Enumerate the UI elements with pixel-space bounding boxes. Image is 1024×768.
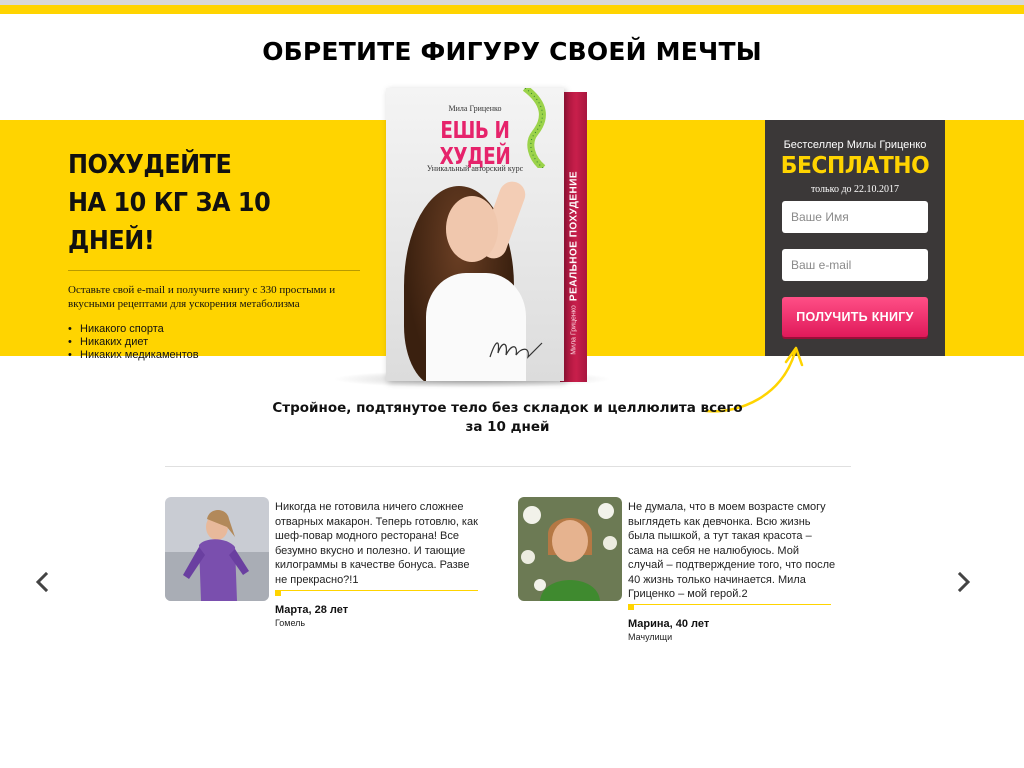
avatar — [165, 497, 269, 601]
tagline-line1: Стройное, подтянутое тело без складок и … — [272, 400, 743, 416]
tagline-line2: за 10 дней — [465, 419, 550, 435]
book-author: Мила Гриценко — [448, 104, 502, 113]
testimonial-text: Никогда не готовила ничего сложнее отвар… — [275, 501, 478, 586]
cover-photo-body — [426, 273, 526, 381]
offer-headline-line2: НА 10 КГ ЗА 10 ДНЕЙ! — [68, 188, 271, 256]
book-title: ЕШЬ И ХУДЕЙ — [439, 118, 511, 170]
bullet-item: Никаких диет — [68, 336, 363, 349]
avatar-photo-runner — [165, 497, 269, 601]
testimonial-city: Гомель — [275, 618, 306, 628]
book-spine-author: Мила Гриценко — [570, 305, 578, 355]
signup-form: Бестселлер Милы Гриценко БЕСПЛАТНО тольк… — [765, 120, 945, 356]
name-input[interactable] — [782, 201, 928, 233]
tagline: Стройное, подтянутое тело без складок и … — [270, 399, 745, 437]
testimonial-author: Марта, 28 лет — [275, 604, 349, 616]
email-input[interactable] — [782, 249, 928, 281]
book-subtitle: Уникальный авторский курс — [426, 164, 524, 173]
testimonial-author: Марина, 40 лет — [628, 618, 710, 630]
offer-divider — [68, 270, 360, 271]
testimonial-text: Не думала, что в моем возрасте смогу выг… — [628, 501, 836, 600]
testimonial-marker — [628, 604, 634, 610]
offer-description: Оставьте свой e-mail и получите книгу с … — [68, 284, 336, 310]
bullet-item: Никакого спорта — [68, 323, 363, 336]
avatar — [518, 497, 622, 601]
chevron-right-icon[interactable] — [951, 570, 975, 594]
get-book-button[interactable]: ПОЛУЧИТЬ КНИГУ — [782, 297, 928, 337]
cover-photo-face — [446, 196, 498, 262]
testimonial-rule — [275, 590, 478, 591]
testimonial-rule — [628, 604, 831, 605]
offer-bullets: Никакого спорта Никаких диет Никаких мед… — [68, 323, 363, 362]
offer-block: ПОХУДЕЙТЕ НА 10 КГ ЗА 10 ДНЕЙ! Оставьте … — [68, 146, 363, 362]
top-accent-bar — [0, 5, 1024, 14]
avatar-photo-woman — [518, 497, 622, 601]
form-free-label: БЕСПЛАТНО — [780, 153, 930, 179]
offer-headline: ПОХУДЕЙТЕ НА 10 КГ ЗА 10 ДНЕЙ! — [68, 146, 339, 260]
book-cover: Мила Гриценко ЕШЬ И ХУДЕЙ Уникальный авт… — [386, 88, 564, 381]
form-bestseller-label: Бестселлер Милы Гриценко — [783, 139, 927, 151]
offer-headline-line1: ПОХУДЕЙТЕ — [68, 150, 232, 180]
bullet-item: Никаких медикаментов — [68, 349, 363, 362]
book-spine-title: РЕАЛЬНОЕ ПОХУДЕНИЕ — [568, 170, 580, 302]
testimonial-city: Мачулищи — [628, 632, 673, 642]
form-deadline: только до 22.10.2017 — [810, 184, 900, 195]
chevron-left-icon[interactable] — [31, 570, 55, 594]
section-divider — [165, 466, 851, 467]
testimonial-marker — [275, 590, 281, 596]
page-title: ОБРЕТИТЕ ФИГУРУ СВОЕЙ МЕЧТЫ — [262, 37, 762, 66]
signature-icon — [489, 342, 543, 359]
